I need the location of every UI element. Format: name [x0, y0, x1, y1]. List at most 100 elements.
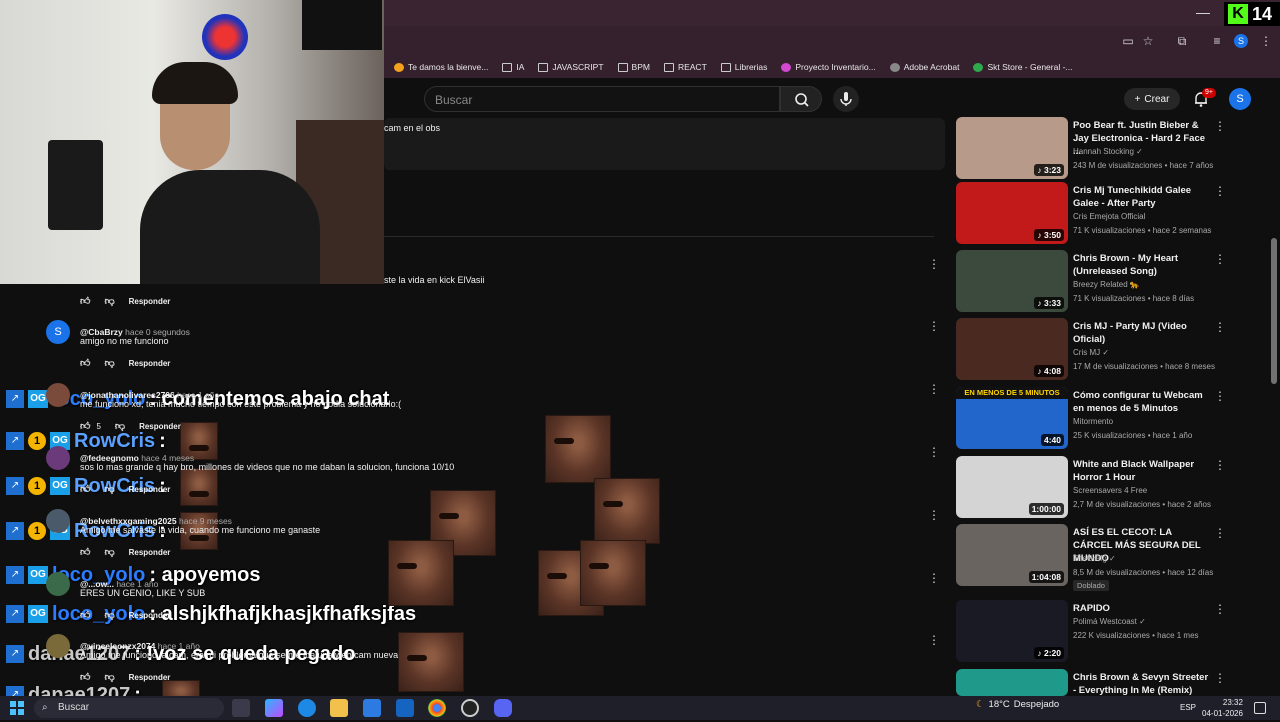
- video-channel[interactable]: TheGrefg ✓: [1073, 554, 1223, 563]
- video-title[interactable]: Chris Brown & Sevyn Streeter - Everythin…: [1073, 671, 1213, 697]
- taskbar-search[interactable]: Buscar: [34, 698, 224, 718]
- comment-avatar[interactable]: [46, 572, 70, 596]
- dislike-icon[interactable]: 👎︎: [104, 357, 114, 369]
- comment-avatar[interactable]: [46, 446, 70, 470]
- weather-widget[interactable]: ☾ 18°C Despejado: [976, 699, 1059, 710]
- reply-button[interactable]: Responder: [139, 422, 181, 431]
- video-title[interactable]: Cómo configurar tu Webcam en menos de 5 …: [1073, 389, 1213, 415]
- dislike-icon[interactable]: 👎︎: [104, 295, 114, 307]
- video-thumbnail[interactable]: 1:00:00: [956, 456, 1068, 518]
- bookmark-item[interactable]: Librerias: [720, 62, 767, 72]
- video-card[interactable]: ♪ 3:33 Chris Brown - My Heart (Unreleased…: [956, 250, 1276, 312]
- video-title[interactable]: Chris Brown - My Heart (Unreleased Song): [1073, 252, 1213, 278]
- video-thumbnail[interactable]: 1:04:08: [956, 524, 1068, 586]
- video-thumbnail[interactable]: ♪ 3:50: [956, 182, 1068, 244]
- video-card[interactable]: 1:04:08 ASÍ ES EL CECOT: LA CÁRCEL MÁS SE…: [956, 524, 1276, 591]
- comment-avatar[interactable]: [46, 634, 70, 658]
- video-channel[interactable]: Screensavers 4 Free: [1073, 486, 1223, 495]
- bookmark-item[interactable]: REACT: [663, 62, 707, 72]
- bookmark-item[interactable]: Te damos la bienve...: [394, 62, 488, 72]
- cast-icon[interactable]: ▭: [1120, 33, 1136, 49]
- more-vert-icon[interactable]: ⋮: [1258, 33, 1274, 49]
- video-menu-icon[interactable]: ⋮: [1214, 671, 1226, 685]
- video-menu-icon[interactable]: ⋮: [1214, 526, 1226, 540]
- search-input[interactable]: Buscar: [424, 86, 780, 112]
- video-thumbnail[interactable]: ♪ 3:33: [956, 250, 1068, 312]
- video-channel[interactable]: Cris MJ ✓: [1073, 348, 1223, 357]
- dislike-icon[interactable]: 👎︎: [104, 609, 114, 621]
- scrollbar[interactable]: [1271, 238, 1277, 384]
- media-icon[interactable]: ≡: [1209, 33, 1225, 49]
- comment-menu-icon[interactable]: ⋮: [928, 258, 940, 270]
- video-title[interactable]: White and Black Wallpaper Horror 1 Hour: [1073, 458, 1213, 484]
- minimize-button[interactable]: —: [1195, 4, 1211, 20]
- dislike-icon[interactable]: 👎︎: [104, 671, 114, 683]
- video-menu-icon[interactable]: ⋮: [1214, 458, 1226, 472]
- bookmark-item[interactable]: Skt Store - General -...: [973, 62, 1073, 72]
- discord-icon[interactable]: [494, 699, 512, 717]
- comment-menu-icon[interactable]: ⋮: [928, 320, 940, 332]
- comment-avatar[interactable]: S: [46, 320, 70, 344]
- browser-profile-avatar[interactable]: S: [1234, 34, 1248, 48]
- like-icon[interactable]: 👍︎: [80, 546, 90, 558]
- edge-icon[interactable]: [298, 699, 316, 717]
- outlook-icon[interactable]: [396, 699, 414, 717]
- voice-search-button[interactable]: [833, 86, 859, 112]
- video-card[interactable]: 1:00:00 White and Black Wallpaper Horror …: [956, 456, 1276, 518]
- reply-button[interactable]: Responder: [129, 611, 171, 620]
- video-menu-icon[interactable]: ⋮: [1214, 184, 1226, 198]
- comment-menu-icon[interactable]: ⋮: [928, 383, 940, 395]
- comment-menu-icon[interactable]: ⋮: [928, 509, 940, 521]
- start-button[interactable]: [8, 699, 26, 717]
- bookmark-item[interactable]: Proyecto Inventario...: [781, 62, 876, 72]
- video-title[interactable]: RAPIDO: [1073, 602, 1213, 615]
- search-button[interactable]: [780, 86, 822, 112]
- video-menu-icon[interactable]: ⋮: [1214, 602, 1226, 616]
- language-indicator[interactable]: ESP: [1180, 703, 1196, 712]
- file-explorer-icon[interactable]: [330, 699, 348, 717]
- create-button[interactable]: + Crear: [1124, 88, 1180, 110]
- comment-avatar[interactable]: [46, 383, 70, 407]
- video-thumbnail[interactable]: ♪ 2:20: [956, 600, 1068, 662]
- video-channel[interactable]: Polimá Westcoast ✓: [1073, 617, 1223, 626]
- video-thumbnail[interactable]: EN MENOS DE 5 MINUTOS 4:40: [956, 387, 1068, 449]
- like-icon[interactable]: 👍︎: [80, 357, 90, 369]
- comment-avatar[interactable]: [46, 509, 70, 533]
- chrome-icon[interactable]: [428, 699, 446, 717]
- reply-button[interactable]: Responder: [129, 485, 171, 494]
- comment-menu-icon[interactable]: ⋮: [928, 634, 940, 646]
- like-icon[interactable]: 👍︎: [80, 295, 90, 307]
- video-card[interactable]: EN MENOS DE 5 MINUTOS 4:40 Cómo configurar…: [956, 387, 1276, 449]
- reply-button[interactable]: Responder: [129, 548, 171, 557]
- like-icon[interactable]: 👍︎: [80, 483, 90, 495]
- video-thumbnail[interactable]: ♪ 4:08: [956, 318, 1068, 380]
- store-icon[interactable]: [363, 699, 381, 717]
- comment-input-box[interactable]: [384, 118, 945, 170]
- star-icon[interactable]: ☆: [1140, 33, 1156, 49]
- like-icon[interactable]: 👍︎: [80, 609, 90, 621]
- bookmark-item[interactable]: Adobe Acrobat: [889, 62, 959, 72]
- reply-button[interactable]: Responder: [129, 297, 171, 306]
- dislike-icon[interactable]: 👎︎: [104, 546, 114, 558]
- reply-button[interactable]: Responder: [129, 673, 171, 682]
- bookmark-item[interactable]: JAVASCRIPT: [538, 62, 604, 72]
- video-thumbnail[interactable]: ♪ 3:23: [956, 117, 1068, 179]
- video-menu-icon[interactable]: ⋮: [1214, 252, 1226, 266]
- reply-button[interactable]: Responder: [129, 359, 171, 368]
- video-menu-icon[interactable]: ⋮: [1214, 389, 1226, 403]
- video-title[interactable]: Cris MJ - Party MJ (Video Oficial): [1073, 320, 1213, 346]
- video-card[interactable]: ♪ 3:23 Poo Bear ft. Justin Bieber & Jay E…: [956, 117, 1276, 179]
- like-icon[interactable]: 👍︎: [80, 671, 90, 683]
- notification-center-icon[interactable]: [1254, 702, 1266, 714]
- video-channel[interactable]: Mitormento: [1073, 417, 1223, 426]
- video-channel[interactable]: Cris Emejota Official: [1073, 212, 1223, 221]
- user-avatar[interactable]: S: [1229, 88, 1251, 110]
- video-card[interactable]: ♪ 3:50 Cris Mj Tunechikidd Galee Galee - …: [956, 182, 1276, 244]
- video-channel[interactable]: Hannah Stocking ✓: [1073, 147, 1223, 156]
- dislike-icon[interactable]: 👎︎: [115, 420, 125, 432]
- comment-menu-icon[interactable]: ⋮: [928, 572, 940, 584]
- task-view-icon[interactable]: [232, 699, 250, 717]
- video-title[interactable]: Cris Mj Tunechikidd Galee Galee - After …: [1073, 184, 1213, 210]
- extensions-icon[interactable]: ⧉: [1174, 33, 1190, 49]
- video-menu-icon[interactable]: ⋮: [1214, 320, 1226, 334]
